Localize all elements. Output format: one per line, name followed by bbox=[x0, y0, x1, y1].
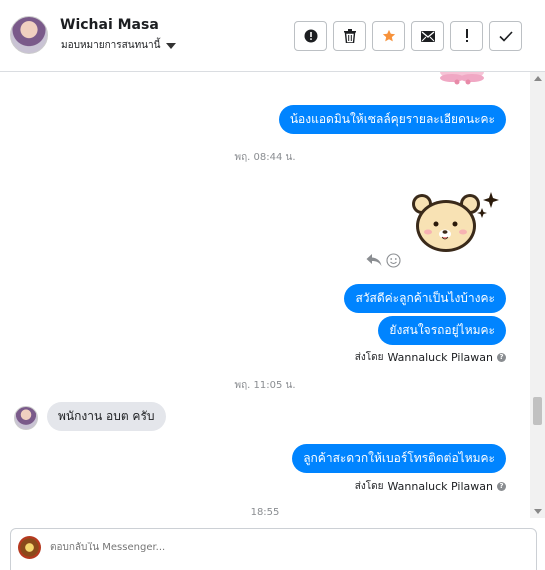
help-icon[interactable]: ? bbox=[497, 482, 506, 491]
sent-by-name[interactable]: Wannaluck Pilawan bbox=[388, 351, 494, 364]
conversation-header: Wichai Masa มอบหมายการสนทนานี้ bbox=[0, 0, 545, 72]
scrollbar[interactable] bbox=[530, 72, 545, 518]
star-icon bbox=[382, 29, 395, 42]
star-button[interactable] bbox=[372, 21, 405, 51]
message-incoming[interactable]: พนักงาน อบต ครับ bbox=[47, 402, 166, 431]
emoji-reaction-icon[interactable] bbox=[386, 253, 401, 268]
message-outgoing[interactable]: ยังสนใจรถอยู่ไหมคะ bbox=[378, 316, 506, 345]
exclamation-circle-icon bbox=[304, 29, 317, 43]
timestamp: 18:55 bbox=[250, 507, 280, 518]
sent-by-info: ส่งโดย Wannaluck Pilawan ? bbox=[355, 350, 506, 365]
mark-unread-button[interactable] bbox=[411, 21, 444, 51]
scroll-up-arrow-icon[interactable] bbox=[534, 76, 542, 81]
conversation-thread: น้องแอดมินให้เซลล์คุยรายละเอียดนะคะ พฤ. … bbox=[0, 72, 530, 518]
exclamation-icon bbox=[465, 29, 468, 42]
envelope-icon bbox=[420, 30, 435, 42]
mark-done-button[interactable] bbox=[489, 21, 522, 51]
action-toolbar bbox=[294, 21, 522, 51]
reply-icon[interactable] bbox=[366, 253, 382, 267]
sent-by-label: ส่งโดย bbox=[354, 481, 384, 492]
contact-avatar[interactable] bbox=[14, 406, 38, 430]
avatar[interactable] bbox=[10, 16, 48, 54]
timestamp: พฤ. 11:05 น. bbox=[234, 380, 296, 391]
sent-by-label: ส่งโดย bbox=[354, 352, 384, 363]
assign-conversation-dropdown[interactable]: มอบหมายการสนทนานี้ bbox=[61, 38, 177, 53]
page-avatar bbox=[18, 536, 41, 559]
check-icon bbox=[498, 30, 513, 42]
help-icon[interactable]: ? bbox=[497, 353, 506, 362]
sent-by-info: ส่งโดย Wannaluck Pilawan ? bbox=[355, 479, 506, 494]
sticker-partial[interactable] bbox=[432, 72, 492, 90]
scrollbar-thumb[interactable] bbox=[533, 397, 542, 425]
delete-button[interactable] bbox=[333, 21, 366, 51]
follow-up-button[interactable] bbox=[450, 21, 483, 51]
contact-name[interactable]: Wichai Masa bbox=[60, 17, 159, 33]
message-outgoing[interactable]: น้องแอดมินให้เซลล์คุยรายละเอียดนะคะ bbox=[278, 105, 506, 134]
chevron-down-icon bbox=[166, 42, 177, 49]
message-outgoing[interactable]: ลูกค้าสะดวกให้เบอร์โทรติดต่อไหมคะ bbox=[292, 444, 506, 473]
sent-by-name[interactable]: Wannaluck Pilawan bbox=[388, 480, 494, 493]
trash-icon bbox=[343, 29, 356, 43]
reply-composer bbox=[10, 528, 537, 570]
reply-input[interactable] bbox=[50, 542, 450, 553]
message-outgoing[interactable]: สวัสดีค่ะลูกค้าเป็นไงบ้างคะ bbox=[344, 284, 506, 313]
bear-sticker[interactable] bbox=[408, 188, 508, 256]
timestamp: พฤ. 08:44 น. bbox=[234, 152, 296, 163]
assign-label: มอบหมายการสนทนานี้ bbox=[61, 40, 161, 51]
report-button[interactable] bbox=[294, 21, 327, 51]
scroll-down-arrow-icon[interactable] bbox=[534, 509, 542, 514]
